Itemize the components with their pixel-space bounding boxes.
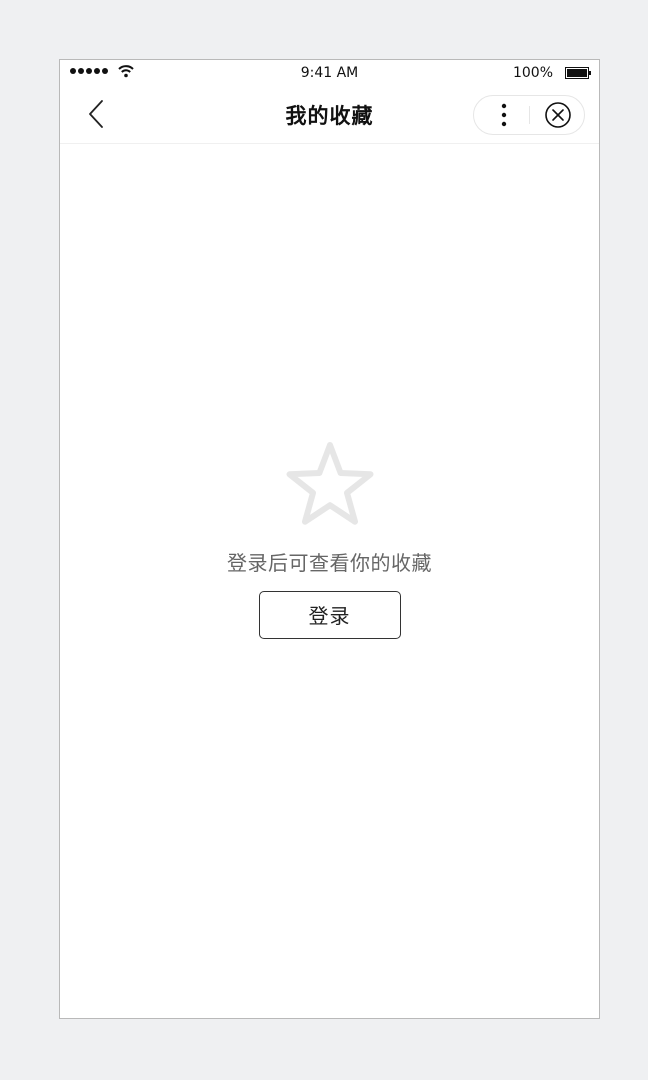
- login-button[interactable]: 登录: [258, 591, 401, 639]
- navigation-bar: 我的收藏: [60, 86, 599, 144]
- status-bar: 9:41 AM 100%: [60, 60, 599, 86]
- battery-icon: [565, 67, 591, 79]
- star-outline-icon: [286, 442, 373, 525]
- login-hint-text: 登录后可查看你的收藏: [227, 551, 432, 575]
- empty-state: 登录后可查看你的收藏 登录: [60, 440, 599, 639]
- phone-screen: 9:41 AM 100% 我的收藏 登录后可查看你的收藏 登录: [59, 59, 600, 1019]
- more-button[interactable]: [474, 96, 530, 134]
- menu-capsule: [473, 95, 585, 135]
- close-circle-icon: [545, 102, 571, 128]
- close-button[interactable]: [530, 96, 584, 134]
- battery-percent: 100%: [512, 65, 553, 81]
- more-vertical-icon: [501, 103, 507, 127]
